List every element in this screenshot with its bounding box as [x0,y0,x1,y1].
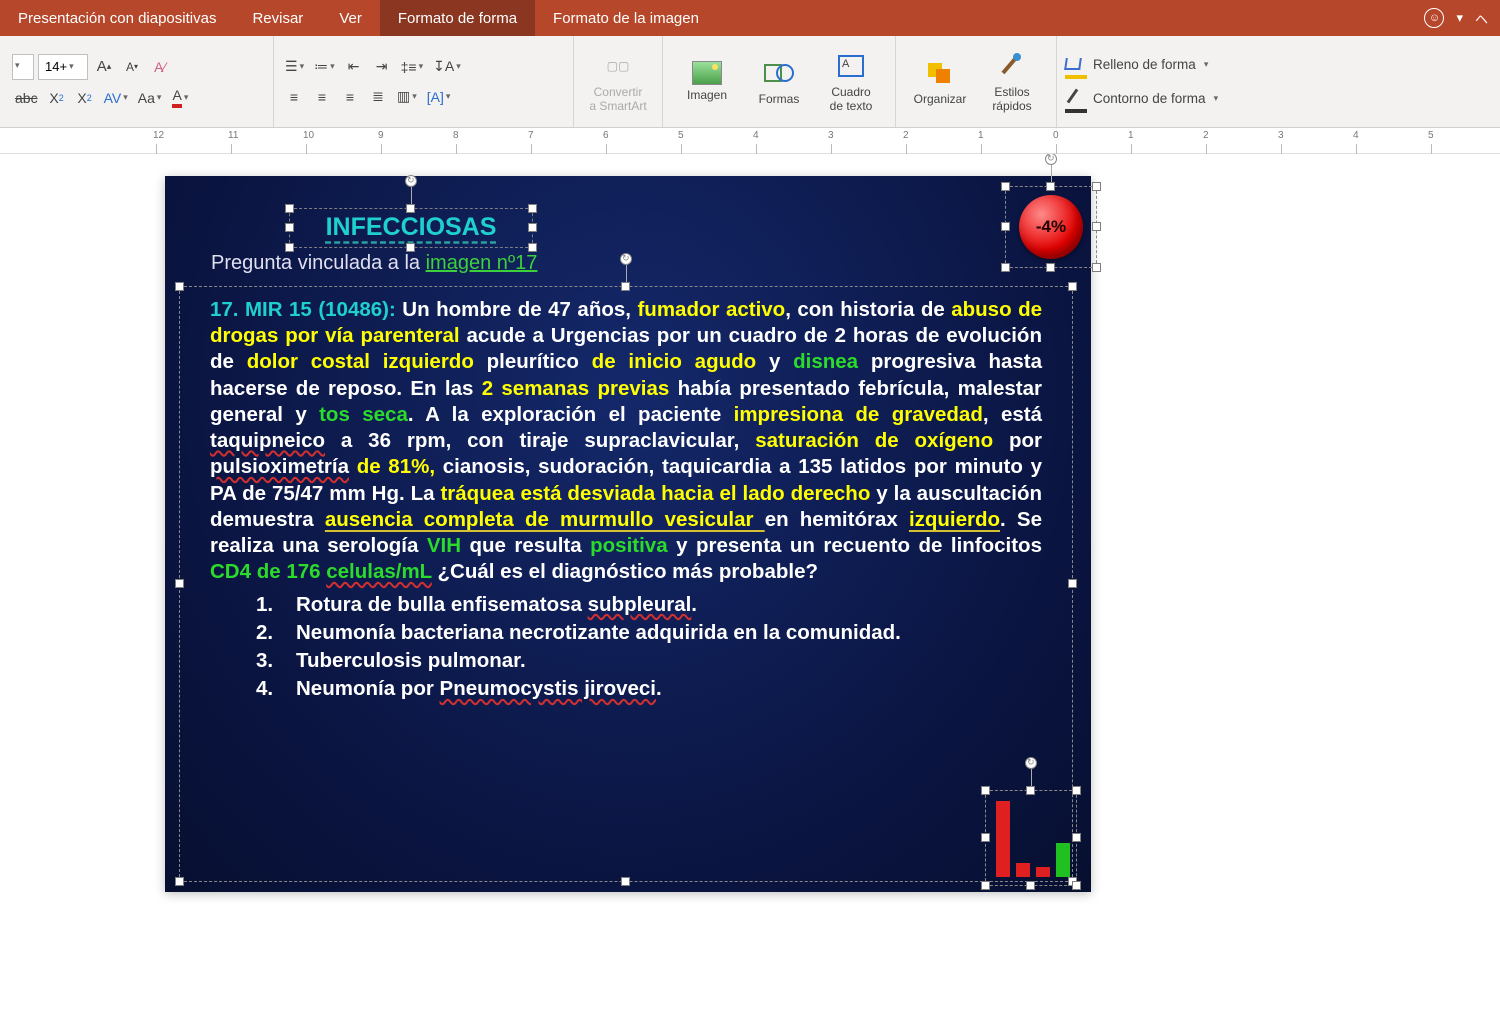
shape-fill-label: Relleno de forma [1093,57,1196,72]
font-size-value: 14+ [45,59,67,74]
subscript-button[interactable]: X2 [73,86,97,110]
feedback-smiley-icon[interactable]: ☺ [1424,8,1444,28]
arrange-label: Organizar [914,93,967,106]
slide[interactable]: INFECCIOSAS Pregunta vinculada a la imag… [165,176,1091,892]
align-center-button[interactable]: ≡ [310,85,334,109]
pen-outline-icon [1065,88,1087,110]
insert-shapes-button[interactable]: Formas [743,40,815,124]
image-link[interactable]: imagen nº17 [426,252,538,274]
shape-style-group: Relleno de forma ▾ Contorno de forma ▾ [1057,36,1226,127]
window-controls: ☺ ▾ ヘ [1424,0,1500,36]
tab-view[interactable]: Ver [321,0,380,36]
title-textbox[interactable]: INFECCIOSAS [289,208,533,248]
text-direction-button[interactable]: ↧A▾ [430,55,464,79]
arrange-group: Organizar Estilosrápidos [896,36,1057,127]
image-label: Imagen [687,89,727,102]
shapes-label: Formas [759,93,800,106]
character-spacing-button[interactable]: AV▾ [101,86,131,110]
brush-icon [996,50,1028,82]
quick-styles-button[interactable]: Estilosrápidos [976,40,1048,124]
ribbon: ▾ 14+ ▾ A▴ A▾ A⁄ abc X2 X2 AV▾ Aa▾ A▾ ☰▾… [0,36,1500,128]
line-spacing-button[interactable]: ‡≡▾ [398,55,427,79]
body-textbox[interactable]: 17. MIR 15 (10486): Un hombre de 47 años… [179,286,1073,882]
font-name-combo[interactable]: ▾ [12,54,34,80]
tab-picture-format[interactable]: Formato de la imagen [535,0,717,36]
numbering-button[interactable]: ≔▾ [311,55,338,79]
paint-bucket-icon [1065,54,1087,76]
change-case-button[interactable]: Aa▾ [135,86,165,110]
answer-row: 4.Neumonía por Pneumocystis jiroveci. [256,676,1042,702]
font-group: ▾ 14+ ▾ A▴ A▾ A⁄ abc X2 X2 AV▾ Aa▾ A▾ [4,36,274,127]
bar-chart [996,799,1070,877]
insert-textbox-button[interactable]: A Cuadrode texto [815,40,887,124]
qstyles-label-1: Estilos [994,85,1029,99]
ribbon-tabs-row: Presentación con diapositivas Revisar Ve… [0,0,1500,36]
chart-shape[interactable] [985,790,1077,886]
answer-row: 3.Tuberculosis pulmonar. [256,648,1042,674]
decrease-font-button[interactable]: A▾ [120,55,144,79]
subtitle-text: Pregunta vinculada a la imagen nº17 [211,252,537,275]
qstyles-label-2: rápidos [992,99,1031,113]
smartart-label-2: a SmartArt [589,99,646,113]
smartart-icon: ▢▢ [602,50,634,82]
badge-circle: -4% [1019,195,1083,259]
tab-review[interactable]: Revisar [234,0,321,36]
align-right-button[interactable]: ≡ [338,85,362,109]
insert-image-button[interactable]: Imagen [671,40,743,124]
rotate-handle-icon[interactable] [1045,154,1057,165]
superscript-button[interactable]: X2 [45,86,69,110]
increase-indent-button[interactable]: ⇥ [370,55,394,79]
shape-fill-button[interactable]: Relleno de forma ▾ [1065,51,1218,79]
subtitle-pre: Pregunta vinculada a la [211,252,426,274]
badge-shape[interactable]: -4% [1005,186,1097,268]
insert-group: Imagen Formas A Cuadrode texto [663,36,896,127]
collapse-ribbon-icon[interactable]: ヘ [1475,9,1488,28]
account-chevron-icon[interactable]: ▾ [1456,10,1463,26]
justify-button[interactable]: ≣ [366,85,390,109]
horizontal-ruler[interactable]: 1211109876543210123456789101112 [0,128,1500,154]
image-icon [692,61,722,85]
slide-canvas[interactable]: INFECCIOSAS Pregunta vinculada a la imag… [0,154,1500,1012]
badge-value: -4% [1036,217,1066,237]
decrease-indent-button[interactable]: ⇤ [342,55,366,79]
arrange-button[interactable]: Organizar [904,40,976,124]
arrange-icon [924,57,956,89]
answer-row: 1.Rotura de bulla enfisematosa subpleura… [256,592,1042,618]
textbox-icon: A [835,50,867,82]
smartart-label-1: Convertir [594,85,643,99]
tab-shape-format[interactable]: Formato de forma [380,0,535,36]
title-text: INFECCIOSAS [290,209,532,246]
shape-outline-button[interactable]: Contorno de forma ▾ [1065,85,1218,113]
bullets-button[interactable]: ☰▾ [282,55,307,79]
rotate-handle-icon[interactable] [620,253,632,265]
rotate-handle-icon[interactable] [405,175,417,187]
align-text-button[interactable]: [A]▾ [424,85,454,109]
clear-formatting-button[interactable]: A⁄ [148,55,172,79]
smartart-group: ▢▢ Convertira SmartArt [574,36,663,127]
answers-list: 1.Rotura de bulla enfisematosa subpleura… [210,592,1042,703]
align-left-button[interactable]: ≡ [282,85,306,109]
textbox-label-2: de texto [830,99,873,113]
font-size-combo[interactable]: 14+ ▾ [38,54,88,80]
convert-to-smartart-button: ▢▢ Convertira SmartArt [582,40,654,123]
shapes-icon [763,57,795,89]
body-text: 17. MIR 15 (10486): Un hombre de 47 años… [180,287,1072,715]
answer-row: 2.Neumonía bacteriana necrotizante adqui… [256,620,1042,646]
rotate-handle-icon[interactable] [1025,757,1037,769]
textbox-label-1: Cuadro [831,85,870,99]
columns-button[interactable]: ▥▾ [394,85,420,109]
question-number: 17. MIR 15 (10486): [210,298,396,321]
shape-outline-label: Contorno de forma [1093,91,1206,106]
font-color-button[interactable]: A▾ [168,86,192,110]
strikethrough-button[interactable]: abc [12,86,41,110]
increase-font-button[interactable]: A▴ [92,55,116,79]
tab-slideshow[interactable]: Presentación con diapositivas [0,0,234,36]
paragraph-group: ☰▾ ≔▾ ⇤ ⇥ ‡≡▾ ↧A▾ ≡ ≡ ≡ ≣ ▥▾ [A]▾ [274,36,574,127]
